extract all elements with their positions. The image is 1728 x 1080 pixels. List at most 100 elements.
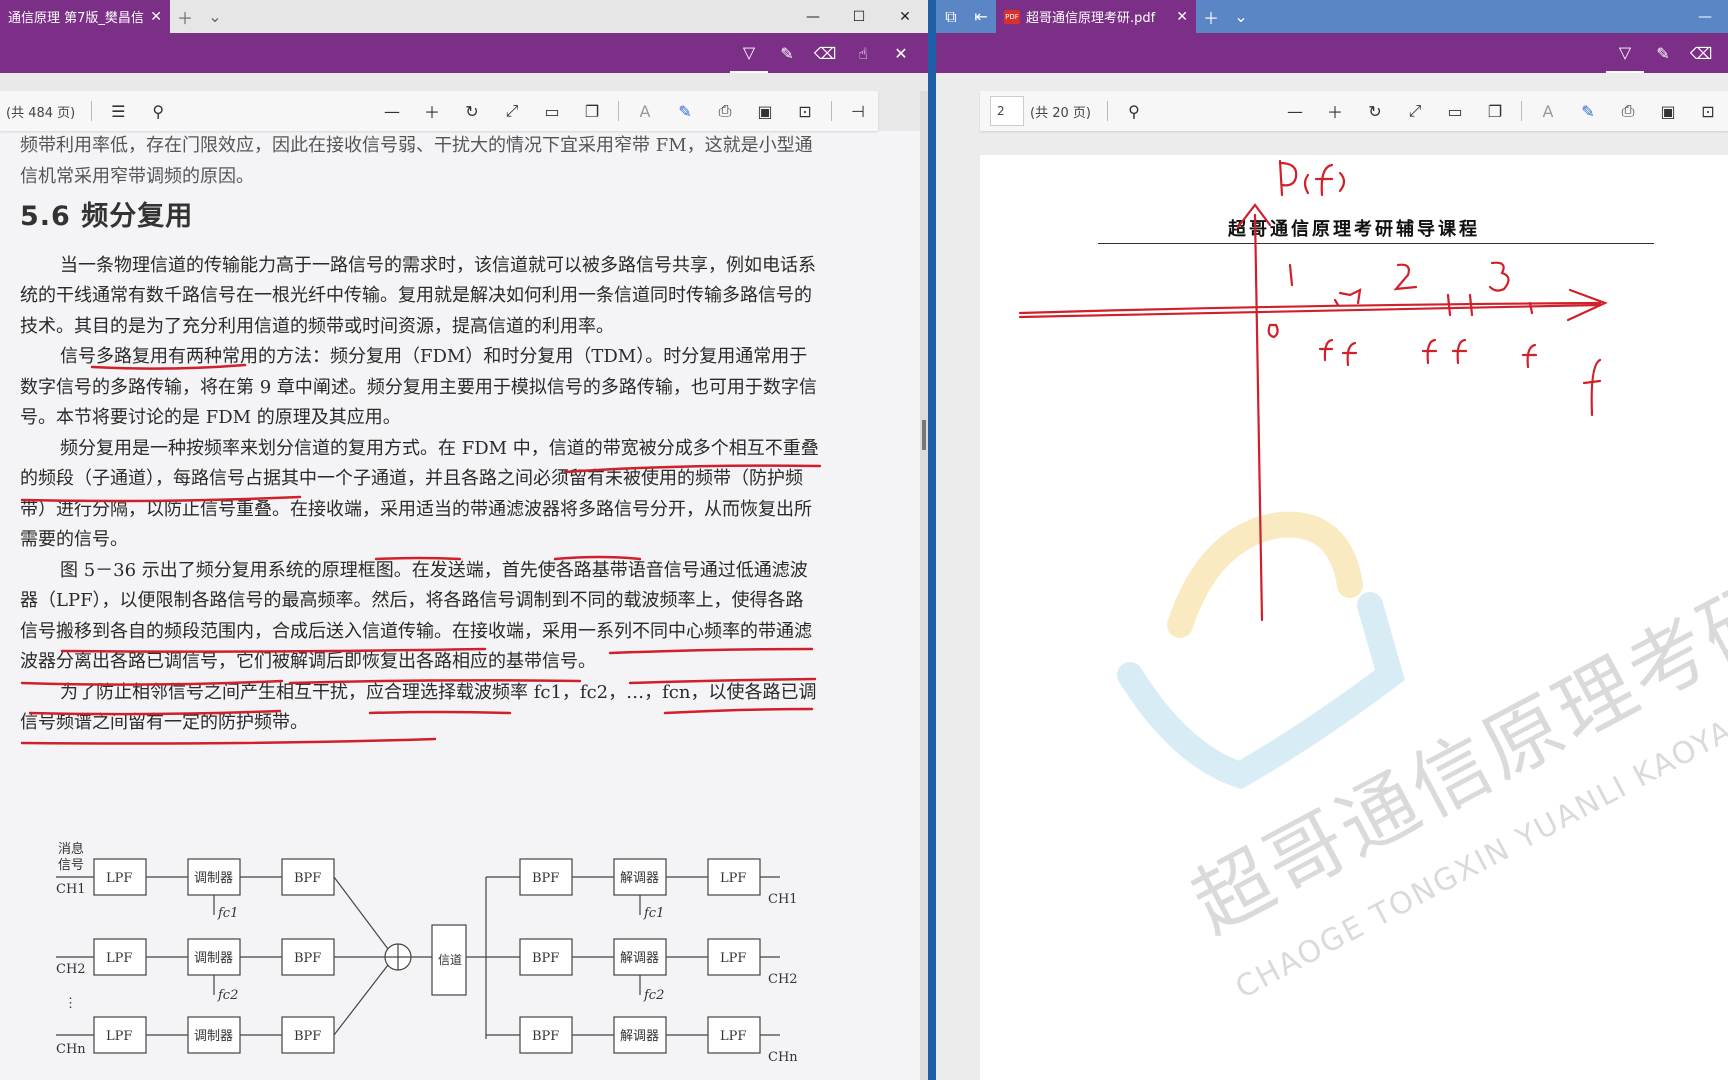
- read-aloud-icon[interactable]: A: [1528, 91, 1568, 131]
- separator: [831, 101, 832, 121]
- tab-bar: 通信原理 第7版_樊昌信 ✕ ＋ ⌄ — ☐ ✕: [0, 0, 928, 33]
- ink-paren: [1303, 173, 1310, 195]
- zoom-in-icon[interactable]: ＋: [1315, 91, 1355, 131]
- eraser-icon[interactable]: ⌫: [1682, 33, 1720, 73]
- chevron-down-icon[interactable]: ⌄: [1226, 0, 1256, 33]
- new-tab-icon[interactable]: ＋: [1196, 0, 1226, 33]
- window-divider[interactable]: [928, 0, 936, 1080]
- ink-toolbar: ▽ ✎ ⌫ ☝ ✕: [0, 33, 928, 73]
- minimize-button[interactable]: —: [790, 0, 836, 33]
- ink-f-letter: [1421, 338, 1438, 365]
- pdf-page: 超哥通信原理考研辅导课程 超哥通信原理考研 CHAOGE TONGXIN YUA…: [980, 155, 1728, 1080]
- lpf-label: LPF: [106, 871, 132, 886]
- fdm-block-diagram: 消息 信号 CH1 CH2 ⋮ CHn LPF 调制器 BPF LPF 调制器 …: [56, 841, 798, 1065]
- ink-f-letter: [1314, 163, 1334, 197]
- page-total: (共 20 页): [1030, 105, 1091, 121]
- close-ink-icon[interactable]: ✕: [882, 33, 920, 73]
- label-ch1: CH1: [56, 882, 86, 897]
- page-number-input[interactable]: 2: [990, 96, 1024, 126]
- tab-title: 通信原理 第7版_樊昌信: [8, 11, 144, 26]
- separator: [1106, 101, 1108, 121]
- scrollbar-thumb[interactable]: [922, 420, 926, 450]
- paragraph: 信号多路复用有两种常用的方法：频分复用（FDM）和时分复用（TDM）。时分复用通…: [20, 346, 817, 428]
- paragraph: 为了防止相邻信号之间产生相互干扰，应合理选择载波频率 fc1，fc2，…，fcn…: [20, 681, 817, 734]
- print-icon[interactable]: ⎙: [1608, 91, 1648, 131]
- paragraph: 图 5－36 示出了频分复用系统的原理框图。在发送端，首先使各路基带语音信号通过…: [20, 559, 812, 673]
- lpf-label: LPF: [720, 951, 746, 966]
- draw-icon[interactable]: ✎: [665, 91, 705, 131]
- bpf-label: BPF: [294, 1029, 321, 1044]
- label-fc1: fc1: [217, 906, 238, 921]
- lpf-label: LPF: [106, 1029, 132, 1044]
- zoom-out-icon[interactable]: —: [372, 91, 412, 131]
- fit-page-icon[interactable]: ⤢: [1395, 91, 1435, 131]
- maximize-button[interactable]: ☐: [836, 0, 882, 33]
- highlighter-icon[interactable]: ✎: [768, 33, 806, 73]
- fullscreen-icon[interactable]: ▭: [532, 91, 572, 131]
- close-tab-icon[interactable]: ✕: [150, 9, 162, 25]
- search-icon[interactable]: ⚲: [1114, 91, 1154, 131]
- save-as-icon[interactable]: ⊡: [1688, 91, 1728, 131]
- scrollbar[interactable]: [920, 91, 928, 1080]
- close-tab-icon[interactable]: ✕: [1176, 9, 1188, 25]
- bpf-label: BPF: [294, 951, 321, 966]
- zoom-in-icon[interactable]: ＋: [412, 91, 452, 131]
- label-fc2: fc2: [643, 988, 664, 1003]
- label-fc2: fc2: [217, 988, 238, 1003]
- ink-paren: [1338, 171, 1346, 193]
- label-ch2: CH2: [56, 962, 86, 977]
- fullscreen-icon[interactable]: ▭: [1435, 91, 1475, 131]
- modulator-label: 调制器: [194, 951, 233, 966]
- zoom-out-icon[interactable]: —: [1275, 91, 1315, 131]
- tab-preview-icon[interactable]: ⧉: [936, 0, 966, 33]
- two-page-icon[interactable]: ❐: [1475, 91, 1515, 131]
- tab-document[interactable]: PDF 超哥通信原理考研.pdf ✕: [996, 0, 1196, 33]
- pen-icon[interactable]: ▽: [1606, 33, 1644, 73]
- ink-f-letter: [1582, 358, 1602, 417]
- pen-icon[interactable]: ▽: [730, 33, 768, 73]
- two-page-icon[interactable]: ❐: [572, 91, 612, 131]
- bpf-label: BPF: [532, 951, 559, 966]
- label-dots: ⋮: [64, 996, 77, 1011]
- label-chn: CHn: [56, 1042, 86, 1057]
- separator: [1521, 101, 1522, 121]
- save-icon[interactable]: ▣: [745, 91, 785, 131]
- rotate-icon[interactable]: ↻: [452, 91, 492, 131]
- ink-digit-1: [1288, 263, 1294, 287]
- save-icon[interactable]: ▣: [1648, 91, 1688, 131]
- pdf-page: 频带利用率低，存在门限效应，因此在接收信号弱、干扰大的情况下宜采用窄带 FM，这…: [0, 131, 920, 1080]
- label-ch2: CH2: [768, 972, 798, 987]
- label-ch1: CH1: [768, 892, 798, 907]
- tab-bar: ⧉ ⇤ PDF 超哥通信原理考研.pdf ✕ ＋ ⌄ —: [936, 0, 1728, 33]
- label-fc1: fc1: [643, 906, 664, 921]
- modulator-label: 调制器: [194, 1029, 233, 1044]
- right-reader-window: ⧉ ⇤ PDF 超哥通信原理考研.pdf ✕ ＋ ⌄ — ▽ ✎ ⌫ 2 (共 …: [936, 0, 1728, 1080]
- fit-page-icon[interactable]: ⤢: [492, 91, 532, 131]
- tab-document[interactable]: 通信原理 第7版_樊昌信 ✕: [0, 0, 170, 33]
- eraser-icon[interactable]: ⌫: [806, 33, 844, 73]
- ink-digit-0: [1267, 323, 1279, 339]
- set-aside-tabs-icon[interactable]: ⇤: [966, 0, 996, 33]
- paragraph: 当一条物理信道的传输能力高于一路信号的需求时，该信道就可以被多路信号共享，例如电…: [20, 254, 816, 337]
- minimize-button[interactable]: —: [1682, 0, 1728, 33]
- new-tab-icon[interactable]: ＋: [170, 0, 200, 33]
- highlighter-icon[interactable]: ✎: [1644, 33, 1682, 73]
- touch-write-icon[interactable]: ☝: [844, 33, 882, 73]
- close-window-button[interactable]: ✕: [882, 0, 928, 33]
- save-as-icon[interactable]: ⊡: [785, 91, 825, 131]
- ink-f-letter: [1318, 338, 1334, 362]
- pin-icon[interactable]: ⊣: [838, 91, 878, 131]
- print-icon[interactable]: ⎙: [705, 91, 745, 131]
- label-source-2: 信号: [58, 858, 84, 873]
- page-total: (共 484 页): [6, 105, 76, 121]
- ink-digit-3: [1488, 261, 1510, 292]
- bpf-label: BPF: [532, 1029, 559, 1044]
- rotate-icon[interactable]: ↻: [1355, 91, 1395, 131]
- search-icon[interactable]: ⚲: [138, 91, 178, 131]
- draw-icon[interactable]: ✎: [1568, 91, 1608, 131]
- demodulator-label: 解调器: [620, 951, 659, 966]
- read-aloud-icon[interactable]: A: [625, 91, 665, 131]
- chevron-down-icon[interactable]: ⌄: [200, 0, 230, 33]
- table-of-contents-icon[interactable]: ☰: [98, 91, 138, 131]
- ink-axis-vertical: [1253, 213, 1264, 622]
